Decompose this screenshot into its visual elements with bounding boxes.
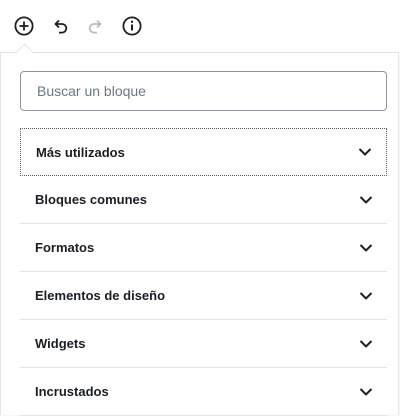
plus-circle-icon: [14, 16, 34, 36]
redo-icon: [88, 19, 102, 34]
chevron-down-icon: [359, 243, 373, 252]
editor-toolbar: [0, 0, 400, 52]
undo-button[interactable]: [49, 15, 71, 37]
redo-button[interactable]: [85, 15, 107, 37]
chevron-down-icon: [359, 339, 373, 348]
category-formatting[interactable]: Formatos: [20, 224, 387, 272]
chevron-down-icon: [358, 148, 372, 156]
chevron-down-icon: [359, 387, 373, 396]
block-inserter-popover: Más utilizados Bloques comunes Formatos …: [0, 52, 399, 416]
category-embeds[interactable]: Incrustados: [20, 368, 387, 416]
category-label: Formatos: [35, 240, 95, 255]
category-label: Incrustados: [35, 384, 109, 399]
undo-icon: [54, 19, 68, 34]
add-block-button[interactable]: [13, 15, 35, 37]
category-label: Más utilizados: [36, 144, 125, 160]
category-label: Widgets: [35, 336, 86, 351]
search-box: [20, 71, 387, 111]
category-widgets[interactable]: Widgets: [20, 320, 387, 368]
category-label: Bloques comunes: [35, 192, 147, 207]
block-info-button[interactable]: [121, 15, 143, 37]
chevron-down-icon: [359, 291, 373, 300]
category-most-used[interactable]: Más utilizados: [20, 128, 387, 176]
block-category-list: Más utilizados Bloques comunes Formatos …: [20, 128, 387, 416]
block-search-input[interactable]: [21, 72, 386, 110]
info-icon: [122, 16, 142, 36]
category-layout-elements[interactable]: Elementos de diseño: [20, 272, 387, 320]
chevron-down-icon: [359, 195, 373, 204]
category-common-blocks[interactable]: Bloques comunes: [20, 176, 387, 224]
category-label: Elementos de diseño: [35, 288, 166, 303]
